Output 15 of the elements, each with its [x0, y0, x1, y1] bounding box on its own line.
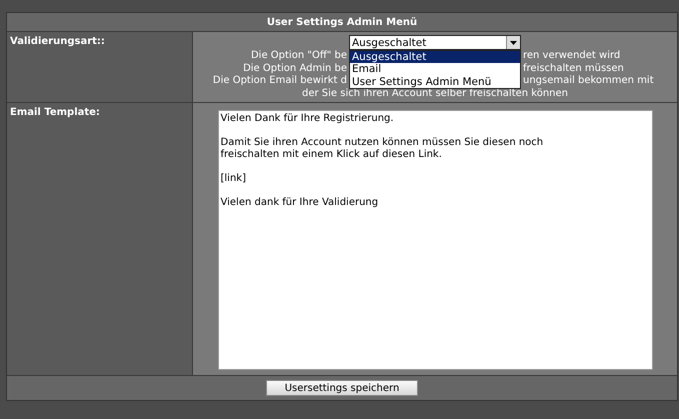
description-text: der Sie sich ihren Account selber freischalten können — [302, 88, 568, 100]
description-text: Die Option Admin be — [243, 62, 347, 75]
description-text: Die Option Email bewirkt d — [212, 75, 347, 88]
description-text: Die Option "Off" be — [250, 50, 347, 62]
caret-icon — [506, 36, 520, 49]
panel-title: User Settings Admin Menü — [7, 13, 677, 32]
field-label: Email Template: — [7, 103, 193, 376]
field-label: Validierungsart:: — [7, 32, 193, 103]
description-text: freischalten müssen — [523, 62, 624, 75]
description-text: ren verwendet wird — [523, 50, 620, 62]
dropdown[interactable]: Ausgeschaltet — [349, 35, 521, 50]
template-textarea[interactable]: Vielen Dank für Ihre Registrierung. Damit Sie ihren Account nutzen können müssen Sie diesen noch freischalten mit einem Klick auf diesen Link. [link] Vielen dank für Ihre Validierung — [218, 110, 652, 370]
description-text: ungsemail bekommen mit — [523, 75, 654, 88]
save-button[interactable]: Usersettings speichern — [266, 380, 418, 396]
dropdown-option[interactable]: Ausgeschaltet — [350, 51, 520, 64]
